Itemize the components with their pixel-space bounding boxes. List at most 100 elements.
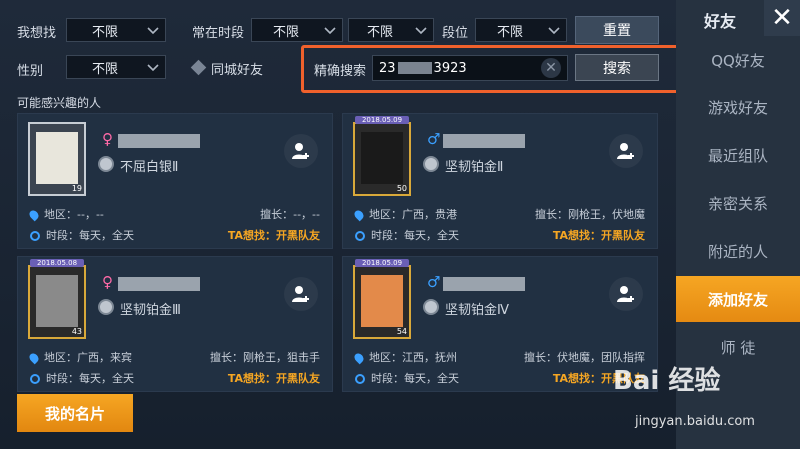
- nav-title: 好友: [704, 12, 737, 31]
- location-icon: [27, 351, 41, 365]
- skill-text: 擅长：--，--: [260, 208, 320, 221]
- nav-item-intimate[interactable]: 亲密关系: [676, 180, 800, 226]
- player-name-masked: [118, 134, 200, 148]
- tier-label: 段位: [442, 26, 469, 41]
- player-name-masked: [443, 134, 525, 148]
- online-label: 常在时段: [192, 26, 245, 41]
- time-row: 时段：每天，全天: [355, 370, 459, 386]
- chevron-down-icon: [324, 27, 336, 35]
- location-icon: [27, 208, 41, 222]
- region-row: 地区：--，--: [27, 206, 104, 222]
- avatar-frame: 2018.05.09 54: [353, 259, 411, 339]
- want-text: TA想找：开黑队友: [227, 372, 320, 385]
- level-badge: 43: [71, 327, 82, 336]
- want-select[interactable]: 不限: [66, 18, 166, 42]
- male-icon: ♂: [427, 273, 441, 291]
- search-value-end: 3923: [433, 60, 467, 76]
- rank-icon: [98, 299, 114, 315]
- friend-card[interactable]: 2018.05.09 54 ♂ 坚韧铂金Ⅳ 地区：江西，抚州 擅长：伏地魔，团队指…: [342, 256, 658, 392]
- time-text: 时段：每天，全天: [46, 372, 134, 385]
- date-badge: 2018.05.09: [355, 116, 409, 124]
- nav-item-game-friends[interactable]: 游戏好友: [676, 84, 800, 130]
- time-row: 时段：每天，全天: [30, 227, 134, 243]
- skill-text: 擅长：刚枪王，伏地魔: [535, 208, 645, 221]
- friend-card[interactable]: 2018.05.09 50 ♂ 坚韧铂金Ⅱ 地区：广西，贵港 擅长：刚枪王，伏地魔…: [342, 113, 658, 249]
- online-select-2[interactable]: 不限: [348, 18, 434, 42]
- chevron-down-icon: [548, 27, 560, 35]
- rank-name: 坚韧铂金Ⅲ: [120, 303, 181, 318]
- friend-card[interactable]: 19 ♀ 不屈白银Ⅱ 地区：--，-- 擅长：--，-- 时段：每天，全天 TA…: [17, 113, 333, 249]
- female-icon: ♀: [102, 130, 113, 148]
- nav-item-nearby[interactable]: 附近的人: [676, 228, 800, 274]
- female-icon: ♀: [102, 273, 113, 291]
- online-select-1[interactable]: 不限: [251, 18, 343, 42]
- region-text: 地区：江西，抚州: [369, 351, 457, 364]
- nav-header: 好友 ✕: [676, 0, 800, 36]
- section-title: 可能感兴趣的人: [17, 96, 102, 110]
- samecity-label: 同城好友: [211, 63, 264, 78]
- rank-icon: [98, 156, 114, 172]
- add-friend-button[interactable]: [284, 277, 318, 311]
- date-badge: 2018.05.09: [355, 259, 409, 267]
- online-select-2-value: 不限: [366, 24, 393, 40]
- avatar: [36, 275, 78, 327]
- reset-button[interactable]: 重置: [575, 16, 659, 44]
- clock-icon: [355, 231, 365, 241]
- level-badge: 19: [71, 184, 82, 193]
- avatar: [36, 132, 78, 184]
- watermark-logo: Bai 经验: [613, 366, 721, 396]
- level-badge: 54: [396, 327, 407, 336]
- region-row: 地区：广西，来宾: [27, 349, 132, 365]
- exact-search-input[interactable]: 23 3923: [372, 55, 568, 81]
- gender-select-value: 不限: [91, 61, 118, 77]
- male-icon: ♂: [427, 130, 441, 148]
- clock-icon: [30, 231, 40, 241]
- close-button[interactable]: ✕: [764, 0, 800, 36]
- clear-icon[interactable]: ✕: [541, 58, 561, 78]
- chevron-down-icon: [415, 27, 427, 35]
- region-row: 地区：广西，贵港: [352, 206, 457, 222]
- avatar-frame: 2018.05.08 43: [28, 259, 86, 339]
- add-friend-button[interactable]: [609, 134, 643, 168]
- region-text: 地区：广西，贵港: [369, 208, 457, 221]
- avatar-frame: 2018.05.09 50: [353, 116, 411, 196]
- region-text: 地区：广西，来宾: [44, 351, 132, 364]
- chevron-down-icon: [147, 64, 159, 72]
- level-badge: 50: [396, 184, 407, 193]
- region-text: 地区：--，--: [44, 208, 104, 221]
- tier-select-value: 不限: [496, 24, 523, 40]
- want-text: TA想找：开黑队友: [552, 229, 645, 242]
- add-friend-button[interactable]: [284, 134, 318, 168]
- nav-item-add-friend[interactable]: 添加好友: [676, 276, 800, 322]
- exact-search-label: 精确搜索: [314, 64, 367, 79]
- masked-digits: [397, 62, 432, 74]
- location-icon: [352, 351, 366, 365]
- search-value-start: 23: [379, 60, 396, 76]
- gender-select[interactable]: 不限: [66, 55, 166, 79]
- clock-icon: [30, 374, 40, 384]
- gender-label: 性别: [17, 64, 44, 79]
- samecity-checkbox[interactable]: [190, 59, 207, 76]
- time-row: 时段：每天，全天: [30, 370, 134, 386]
- clock-icon: [355, 374, 365, 384]
- nav-item-recent-team[interactable]: 最近组队: [676, 132, 800, 178]
- add-friend-icon: [617, 286, 634, 302]
- rank-name: 坚韧铂金Ⅱ: [445, 160, 504, 175]
- add-friend-icon: [617, 143, 634, 159]
- add-friend-icon: [292, 143, 309, 159]
- friend-card[interactable]: 2018.05.08 43 ♀ 坚韧铂金Ⅲ 地区：广西，来宾 擅长：刚枪王，狙击手…: [17, 256, 333, 392]
- time-text: 时段：每天，全天: [371, 372, 459, 385]
- skill-text: 擅长：刚枪王，狙击手: [210, 351, 320, 364]
- time-row: 时段：每天，全天: [355, 227, 459, 243]
- rank-icon: [423, 156, 439, 172]
- add-friend-button[interactable]: [609, 277, 643, 311]
- app-screen: 我想找 不限 常在时段 不限 不限 段位 不限 重置 性别 不限 同城好友 精确…: [0, 0, 800, 449]
- tier-select[interactable]: 不限: [475, 18, 567, 42]
- add-friend-icon: [292, 286, 309, 302]
- my-card-button[interactable]: 我的名片: [17, 394, 133, 432]
- avatar: [361, 275, 403, 327]
- search-button[interactable]: 搜索: [575, 54, 659, 81]
- watermark: Bai 经验 jingyan.baidu.com: [613, 360, 793, 440]
- player-name-masked: [118, 277, 200, 291]
- nav-item-qq-friends[interactable]: QQ好友: [676, 37, 800, 83]
